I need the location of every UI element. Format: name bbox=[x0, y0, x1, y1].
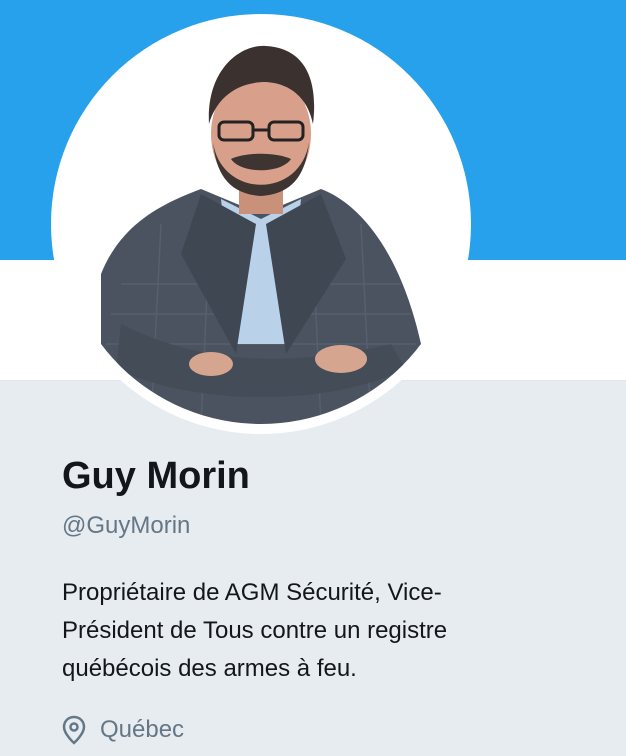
bio-line: québécois des armes à feu. bbox=[62, 655, 357, 682]
profile-bio: Propriétaire de AGM Sécurité, Vice- Prés… bbox=[62, 574, 582, 688]
location-pin-icon bbox=[62, 715, 86, 745]
display-name[interactable]: Guy Morin bbox=[62, 448, 582, 504]
avatar[interactable] bbox=[61, 24, 461, 424]
profile-photo bbox=[61, 24, 461, 424]
bio-line: Propriétaire de AGM Sécurité, Vice- bbox=[62, 579, 442, 606]
profile-info: Guy Morin @GuyMorin Propriétaire de AGM … bbox=[62, 448, 582, 688]
profile-location: Québec bbox=[62, 712, 184, 748]
profile-handle[interactable]: @GuyMorin bbox=[62, 506, 582, 546]
bio-line: Président de Tous contre un registre bbox=[62, 617, 448, 644]
location-label: Québec bbox=[100, 716, 185, 743]
